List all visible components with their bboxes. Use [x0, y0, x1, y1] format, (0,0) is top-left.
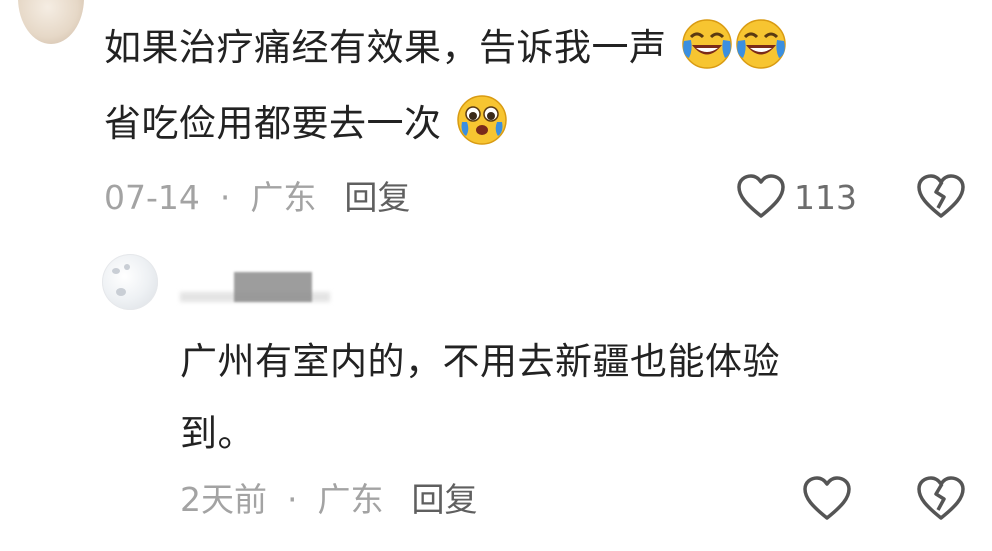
laughing-crying-emoji: [682, 19, 732, 69]
comment-text: 如果治疗痛经有效果，告诉我一声: [104, 26, 667, 69]
comment-meta: 07-14 · 广东 回复: [104, 178, 410, 218]
dislike-broken-heart-icon[interactable]: [916, 476, 966, 522]
dislike-broken-heart-icon[interactable]: [916, 174, 966, 220]
comment-text: 省吃俭用都要去一次: [104, 102, 442, 145]
replier-avatar[interactable]: [102, 254, 158, 310]
comment-text-line: 广州有室内的，不用去新疆也能体验: [180, 340, 780, 383]
comment-location: 广东: [250, 178, 317, 217]
pleading-emoji: [457, 95, 507, 145]
meta-separator: ·: [219, 178, 231, 217]
comment-meta: 2天前 · 广东 回复: [180, 480, 478, 520]
comment-text-line: 到。: [180, 412, 255, 455]
reply-button[interactable]: 回复: [344, 178, 410, 217]
comment-date: 2天前: [180, 480, 267, 519]
comment-location: 广东: [317, 480, 384, 519]
like-count: 113: [794, 178, 857, 217]
meta-separator: ·: [287, 480, 298, 519]
commenter-avatar[interactable]: [18, 0, 84, 44]
comment-text-line: 省吃俭用都要去一次: [104, 94, 508, 152]
laughing-crying-emoji: [736, 19, 786, 69]
comment-text-line: 如果治疗痛经有效果，告诉我一声: [104, 18, 787, 76]
username-blurred[interactable]: [234, 272, 312, 302]
like-heart-icon[interactable]: [736, 174, 786, 220]
like-heart-icon[interactable]: [802, 476, 852, 522]
comment-date: 07-14: [104, 178, 200, 217]
reply-button[interactable]: 回复: [412, 480, 478, 519]
